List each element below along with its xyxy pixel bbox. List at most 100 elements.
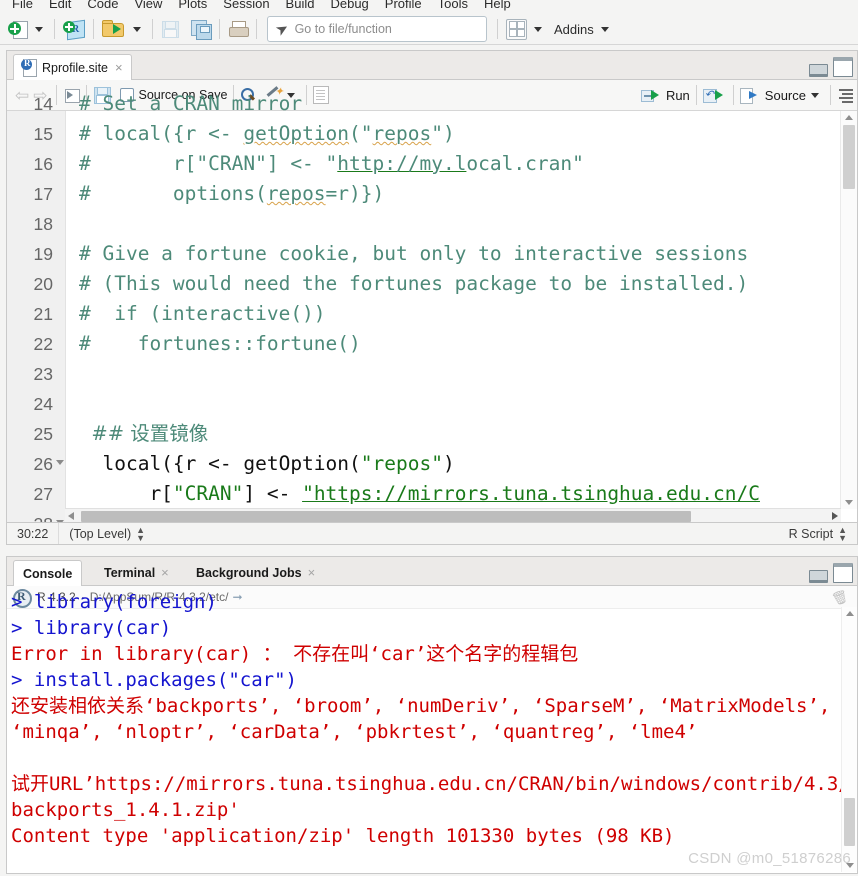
- tab-background-jobs[interactable]: Background Jobs ×: [187, 560, 324, 585]
- code-line[interactable]: 19 # Give a fortune cookie, but only to i…: [7, 239, 857, 269]
- menu-item-session[interactable]: Session: [215, 0, 277, 13]
- tab-terminal[interactable]: Terminal ×: [95, 560, 178, 585]
- line-number: 19: [33, 244, 53, 264]
- open-recent-dropdown-caret-icon[interactable]: [133, 26, 141, 32]
- scroll-thumb[interactable]: [81, 511, 691, 522]
- console-pane: Console Terminal × Background Jobs × R R…: [6, 556, 858, 874]
- tab-console[interactable]: Console: [13, 560, 83, 586]
- scroll-left-icon[interactable]: [68, 512, 74, 520]
- new-file-button[interactable]: [6, 17, 30, 41]
- menu-item-file[interactable]: File: [4, 0, 41, 13]
- addins-button[interactable]: Addins: [547, 17, 596, 41]
- scroll-up-icon[interactable]: [845, 115, 853, 120]
- menu-item-code[interactable]: Code: [79, 0, 126, 13]
- new-project-button[interactable]: R: [61, 17, 87, 41]
- console-output[interactable]: > library(foreign) > library(car) Error in…: [7, 589, 857, 855]
- menu-item-view[interactable]: View: [126, 0, 170, 13]
- open-file-button[interactable]: [100, 17, 128, 41]
- code-line[interactable]: 27 r["CRAN"] <- "https://mirrors.tuna.ts…: [7, 479, 857, 509]
- pane-layout-button[interactable]: [504, 17, 529, 41]
- code-line[interactable]: 18: [7, 209, 857, 239]
- goto-file-function-input[interactable]: ➤ Go to file/function: [267, 16, 487, 42]
- rstudio-window: File Edit Code View Plots Session Build …: [0, 0, 858, 876]
- code-text: # if (interactive()): [79, 302, 326, 325]
- code-editor[interactable]: 14 # Set a CRAN mirror 15 # local({r <- get…: [7, 92, 857, 522]
- code-line[interactable]: 21 # if (interactive()): [7, 299, 857, 329]
- close-icon[interactable]: ×: [308, 565, 316, 580]
- line-number: 20: [33, 274, 53, 294]
- source-tab-rprofile[interactable]: R Rprofile.site ×: [13, 54, 132, 80]
- scope-updown-icon: ▲ ▼: [136, 524, 146, 543]
- scroll-down-icon[interactable]: [846, 863, 854, 868]
- toolbar-divider: [54, 19, 55, 39]
- maximize-icon[interactable]: [833, 57, 853, 77]
- code-line[interactable]: 15 # local({r <- getOption("repos"): [7, 119, 857, 149]
- line-number: 18: [33, 214, 53, 234]
- code-text: ## 设置镜像: [79, 422, 209, 445]
- line-number: 14: [33, 94, 53, 114]
- toolbar-divider: [93, 19, 94, 39]
- goto-file-placeholder: Go to file/function: [294, 22, 392, 36]
- console-line: > library(car): [11, 617, 172, 639]
- workspace-panes-icon: [506, 18, 527, 40]
- console-line: 还安装相依关系‘backports’, ‘broom’, ‘numDeriv’,…: [11, 695, 842, 743]
- document-type-label: R Script: [788, 526, 834, 541]
- scroll-right-icon[interactable]: [832, 512, 838, 520]
- print-button[interactable]: [226, 17, 250, 41]
- scroll-thumb[interactable]: [843, 125, 855, 189]
- close-icon[interactable]: ×: [161, 565, 169, 580]
- code-line[interactable]: 14 # Set a CRAN mirror: [7, 89, 857, 119]
- editor-vertical-scrollbar[interactable]: [840, 111, 857, 509]
- code-line[interactable]: 26 local({r <- getOption("repos"): [7, 449, 857, 479]
- code-line[interactable]: 20 # (This would need the fortunes packag…: [7, 269, 857, 299]
- menu-item-profile[interactable]: Profile: [377, 0, 430, 13]
- menu-item-tools[interactable]: Tools: [430, 0, 476, 13]
- minimize-icon[interactable]: [809, 64, 828, 77]
- scroll-down-icon[interactable]: [845, 500, 853, 505]
- menu-item-debug[interactable]: Debug: [322, 0, 376, 13]
- new-file-icon: [8, 20, 28, 39]
- scroll-thumb[interactable]: [844, 798, 855, 846]
- scroll-up-icon[interactable]: [846, 611, 854, 616]
- document-type-selector[interactable]: R Script ▲ ▼: [779, 524, 857, 543]
- maximize-icon[interactable]: [833, 563, 853, 583]
- close-icon[interactable]: ×: [115, 61, 123, 74]
- addins-label: Addins: [554, 21, 594, 37]
- code-line[interactable]: 25 ## 设置镜像: [7, 419, 857, 449]
- line-number: 22: [33, 334, 53, 354]
- code-text: # local({r <- getOption("repos"): [79, 122, 455, 145]
- toolbar-divider: [219, 19, 220, 39]
- scope-selector[interactable]: (Top Level) ▲ ▼: [59, 523, 155, 544]
- editor-horizontal-scrollbar[interactable]: [65, 508, 841, 522]
- code-text: local({r <- getOption("repos"): [79, 452, 455, 475]
- minimize-icon[interactable]: [809, 570, 828, 583]
- line-number: 23: [33, 364, 53, 384]
- menu-item-plots[interactable]: Plots: [170, 0, 215, 13]
- save-button[interactable]: [159, 17, 181, 41]
- menu-item-build[interactable]: Build: [278, 0, 323, 13]
- tab-background-jobs-label: Background Jobs: [196, 565, 302, 580]
- code-line[interactable]: 24: [7, 389, 857, 419]
- save-all-icon: [191, 20, 212, 40]
- fold-toggle-icon[interactable]: [56, 460, 64, 465]
- save-all-button[interactable]: [189, 17, 213, 41]
- open-folder-icon: [102, 20, 126, 38]
- menu-item-edit[interactable]: Edit: [41, 0, 79, 13]
- source-status-bar: 30:22 (Top Level) ▲ ▼ R Script ▲ ▼: [6, 523, 858, 545]
- cursor-position: 30:22: [17, 526, 49, 541]
- source-tab-label: Rprofile.site: [42, 60, 108, 75]
- addins-caret-icon[interactable]: [600, 26, 609, 32]
- code-line[interactable]: 22 # fortunes::fortune(): [7, 329, 857, 359]
- console-tab-bar: Console Terminal × Background Jobs ×: [7, 557, 857, 586]
- doctype-updown-icon: ▲ ▼: [838, 524, 847, 543]
- pane-layout-caret-icon[interactable]: [534, 26, 542, 32]
- code-line[interactable]: 16 # r["CRAN"] <- "http://my.local.cran": [7, 149, 857, 179]
- code-text: # Set a CRAN mirror: [79, 92, 303, 115]
- code-text: # Give a fortune cookie, but only to int…: [79, 242, 749, 265]
- new-file-dropdown-caret-icon[interactable]: [35, 26, 43, 32]
- menu-item-help[interactable]: Help: [476, 0, 519, 13]
- code-line[interactable]: 17 # options(repos=r)}): [7, 179, 857, 209]
- code-line[interactable]: 23: [7, 359, 857, 389]
- console-vertical-scrollbar[interactable]: [841, 607, 857, 872]
